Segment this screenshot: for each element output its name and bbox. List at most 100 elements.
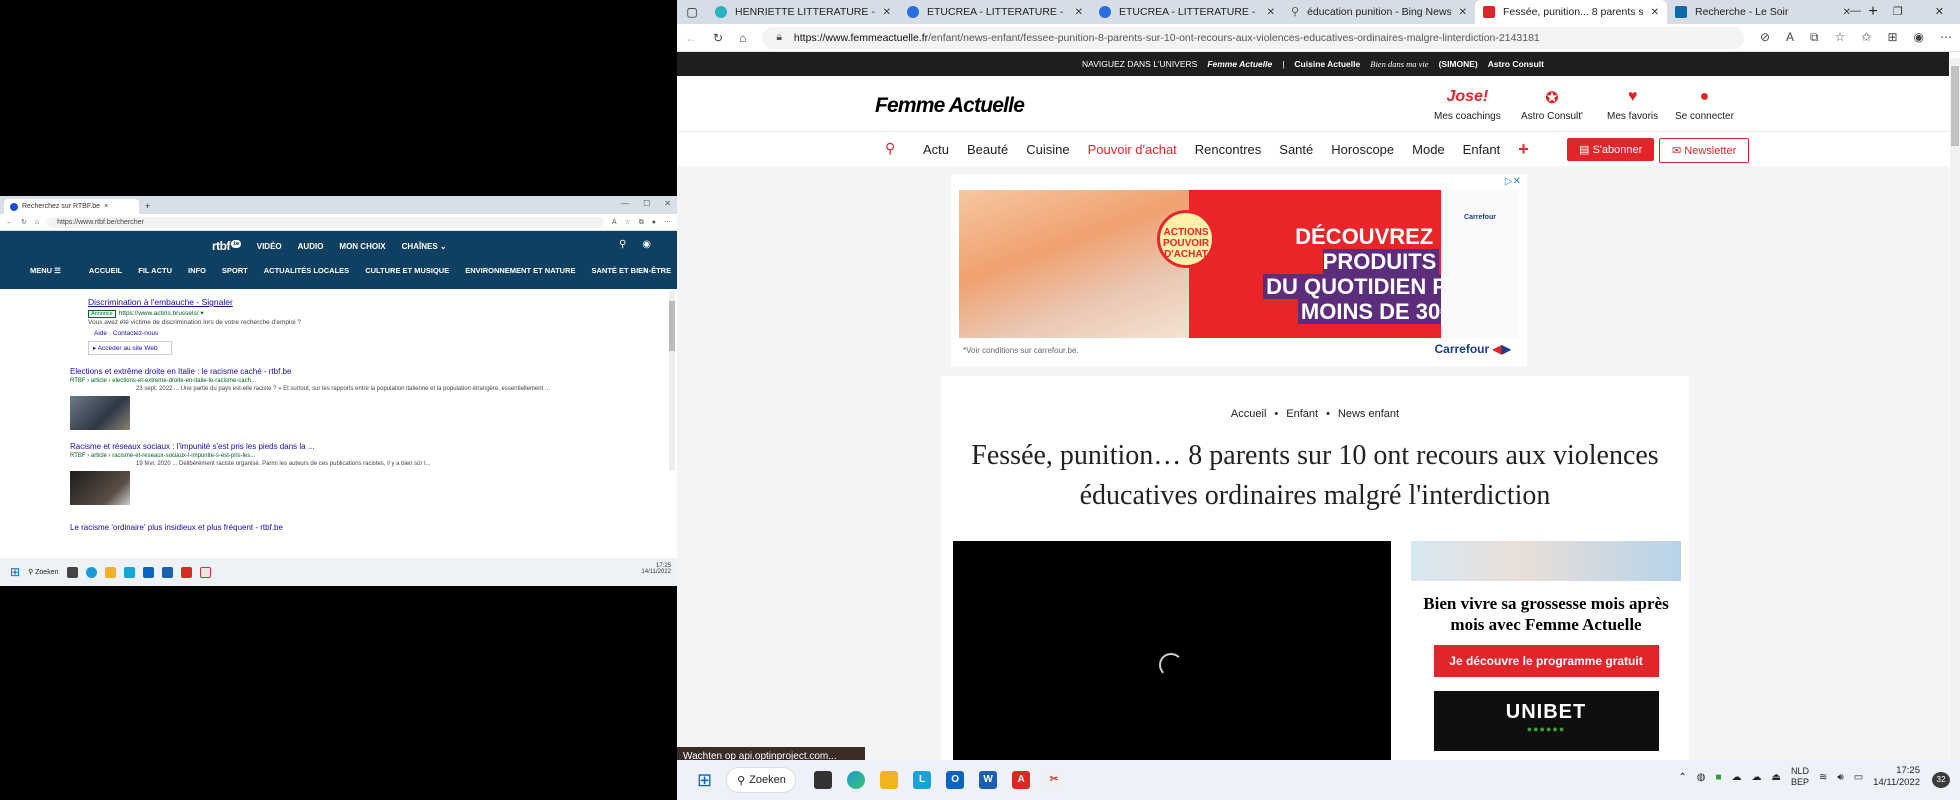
nav-mode[interactable]: Mode [1412, 142, 1445, 160]
univers-bien-dans-ma-vie[interactable]: Bien dans ma vie [1370, 59, 1428, 69]
nav-audio[interactable]: AUDIO [298, 242, 324, 251]
tab-femme-actuelle[interactable]: Fessée, punition... 8 parents sur ✕ [1475, 0, 1667, 24]
more-icon[interactable]: ⋯ [664, 219, 671, 226]
nav-info[interactable]: INFO [188, 266, 206, 275]
windows-start-icon[interactable]: ⊞ [10, 565, 20, 579]
close-window-icon[interactable]: ✕ [1935, 5, 1944, 18]
file-explorer-icon[interactable] [880, 771, 899, 789]
windows-start-icon[interactable]: ⊞ [697, 770, 712, 791]
tab-bing-news[interactable]: ⚲ éducation punition - Bing News ✕ [1283, 0, 1475, 24]
app-l-icon[interactable]: L [913, 771, 932, 789]
lock-icon[interactable]: 🔒︎ [776, 31, 782, 44]
tab-rtbf[interactable]: Recherchez sur RTBF.be × [4, 199, 139, 214]
result-thumbnail[interactable] [70, 396, 130, 430]
acrobat-icon[interactable] [180, 566, 192, 578]
notification-badge[interactable]: 32 [1932, 772, 1950, 788]
onedrive-icon[interactable]: ☁ [1752, 772, 1762, 783]
close-tab-icon[interactable]: ✕ [883, 7, 891, 18]
search-icon[interactable]: ⚲ [619, 239, 626, 250]
nav-fil-actu[interactable]: FIL ACTU [138, 266, 172, 275]
promo-button[interactable]: Je découvre le programme gratuit [1433, 645, 1659, 677]
ad-links[interactable]: Aide · Contactez-nous [94, 330, 657, 337]
univers-simone[interactable]: (SIMONE) [1439, 59, 1478, 69]
task-view-icon[interactable] [66, 566, 78, 578]
tab-etucrea-1[interactable]: ETUCREA - LITTERATURE - LE SII✕ [899, 0, 1091, 24]
collections-icon[interactable]: ⊞ [1887, 30, 1897, 45]
result-title[interactable]: Elections et extrême droite en Italie : … [70, 367, 657, 376]
mes-favoris-button[interactable]: ♥ Mes favoris [1607, 88, 1658, 122]
nav-actualites-locales[interactable]: ACTUALITÉS LOCALES [264, 266, 349, 275]
outlook-icon[interactable] [142, 566, 154, 578]
breadcrumb-news-enfant[interactable]: News enfant [1338, 408, 1399, 420]
se-connecter-button[interactable]: ● Se connecter [1675, 88, 1734, 122]
nav-mon-choix[interactable]: MON CHOIX [339, 242, 385, 251]
breadcrumb-accueil[interactable]: Accueil [1231, 408, 1266, 420]
unibet-ad[interactable]: UNIBET ●●●●●● [1433, 691, 1659, 751]
language-indicator[interactable]: NLD BEP [1791, 766, 1809, 788]
tray-app-icon[interactable]: ◍ [1697, 772, 1706, 783]
result-title[interactable]: Racisme et réseaux sociaux : l'impunité … [70, 442, 657, 451]
usb-icon[interactable]: ⏏ [1772, 772, 1781, 783]
profile-icon[interactable]: ● [652, 219, 656, 226]
minimize-icon[interactable]: — [1850, 5, 1861, 18]
menu-button[interactable]: MENU ☰ [30, 266, 61, 275]
ad-choices-icon[interactable]: ▷✕ [1505, 176, 1521, 187]
nav-beaute[interactable]: Beauté [967, 142, 1008, 160]
rtbf-logo[interactable]: rtbf .be [212, 239, 241, 253]
chevron-right-icon[interactable]: › [643, 264, 647, 276]
task-view-icon[interactable] [814, 771, 833, 789]
back-icon[interactable]: ← [6, 219, 13, 226]
home-icon[interactable]: ⌂ [35, 219, 39, 226]
edge-icon[interactable] [847, 771, 866, 789]
volume-icon[interactable]: 🔊︎ [1837, 772, 1843, 783]
read-aloud-icon[interactable]: A [1786, 30, 1794, 45]
edge-icon[interactable] [85, 566, 97, 578]
result-title[interactable]: Le racisme 'ordinaire' plus insidieux et… [70, 523, 657, 532]
snipping-tool-icon[interactable]: ✂ [1045, 771, 1064, 789]
back-icon[interactable]: ← [685, 32, 697, 44]
tab-actions-icon[interactable]: ▢ [677, 0, 707, 24]
favorites-bar-icon[interactable]: ✩ [1861, 30, 1871, 45]
astro-consult-button[interactable]: ✪ Astro Consult' [1521, 88, 1583, 122]
user-icon[interactable]: ◉ [642, 239, 651, 250]
read-aloud-icon[interactable]: A [612, 219, 617, 226]
nav-rencontres[interactable]: Rencontres [1195, 142, 1261, 160]
nav-chaines[interactable]: CHAÎNES ⌄ [402, 242, 447, 251]
outlook-icon[interactable]: O [946, 771, 965, 789]
taskbar-search[interactable]: ⚲ Zoeken [726, 767, 797, 793]
tracking-icon[interactable]: ⊘ [1760, 30, 1770, 45]
nav-video[interactable]: VIDÉO [257, 242, 282, 251]
nav-culture[interactable]: CULTURE ET MUSIQUE [365, 266, 449, 275]
wifi-icon[interactable]: ≋ [1819, 772, 1827, 783]
univers-astro-consult[interactable]: Astro Consult [1488, 59, 1544, 69]
newsletter-button[interactable]: ✉ Newsletter [1659, 138, 1750, 163]
search-icon[interactable]: ⚲ [885, 140, 895, 157]
scrollbar[interactable] [669, 291, 675, 471]
result-thumbnail[interactable] [70, 471, 130, 505]
split-screen-icon[interactable]: ⧉ [1810, 30, 1819, 45]
word-icon[interactable] [161, 566, 173, 578]
ad-url[interactable]: Annonce https://www.actiris.brussels/ ▾ [88, 309, 657, 318]
mes-coachings-button[interactable]: Jose! Mes coachings [1434, 88, 1501, 122]
nav-enfant[interactable]: Enfant [1463, 142, 1501, 160]
minimize-icon[interactable]: — [621, 199, 629, 208]
refresh-icon[interactable]: ↻ [21, 219, 27, 226]
home-icon[interactable]: ⌂ [739, 32, 746, 44]
tab-le-soir[interactable]: Recherche - Le Soir ✕ [1667, 0, 1859, 24]
nav-accueil[interactable]: ACCUEIL [89, 266, 122, 275]
nav-horoscope[interactable]: Horoscope [1331, 142, 1394, 160]
tab-etucrea-2[interactable]: ETUCREA - LITTERATURE - LE SII✕ [1091, 0, 1283, 24]
restore-icon[interactable]: ❐ [1893, 5, 1903, 18]
app-l-icon[interactable] [123, 566, 135, 578]
address-bar[interactable]: https://www.rtbf.be/chercher [47, 216, 604, 228]
close-tab-icon[interactable]: ✕ [1459, 7, 1467, 18]
refresh-icon[interactable]: ↻ [713, 32, 723, 44]
profile-icon[interactable]: ◉ [1914, 30, 1924, 45]
breadcrumb-enfant[interactable]: Enfant [1286, 408, 1318, 420]
univers-femme-actuelle[interactable]: Femme Actuelle [1207, 59, 1272, 69]
snipping-icon[interactable] [199, 566, 211, 578]
nav-environnement[interactable]: ENVIRONNEMENT ET NATURE [465, 266, 575, 275]
taskbar-search[interactable]: ⚲ Zoeken [28, 568, 58, 576]
new-tab-icon[interactable]: + [145, 202, 150, 211]
ad-title[interactable]: Discrimination à l'embauche - Signaler [88, 297, 657, 307]
